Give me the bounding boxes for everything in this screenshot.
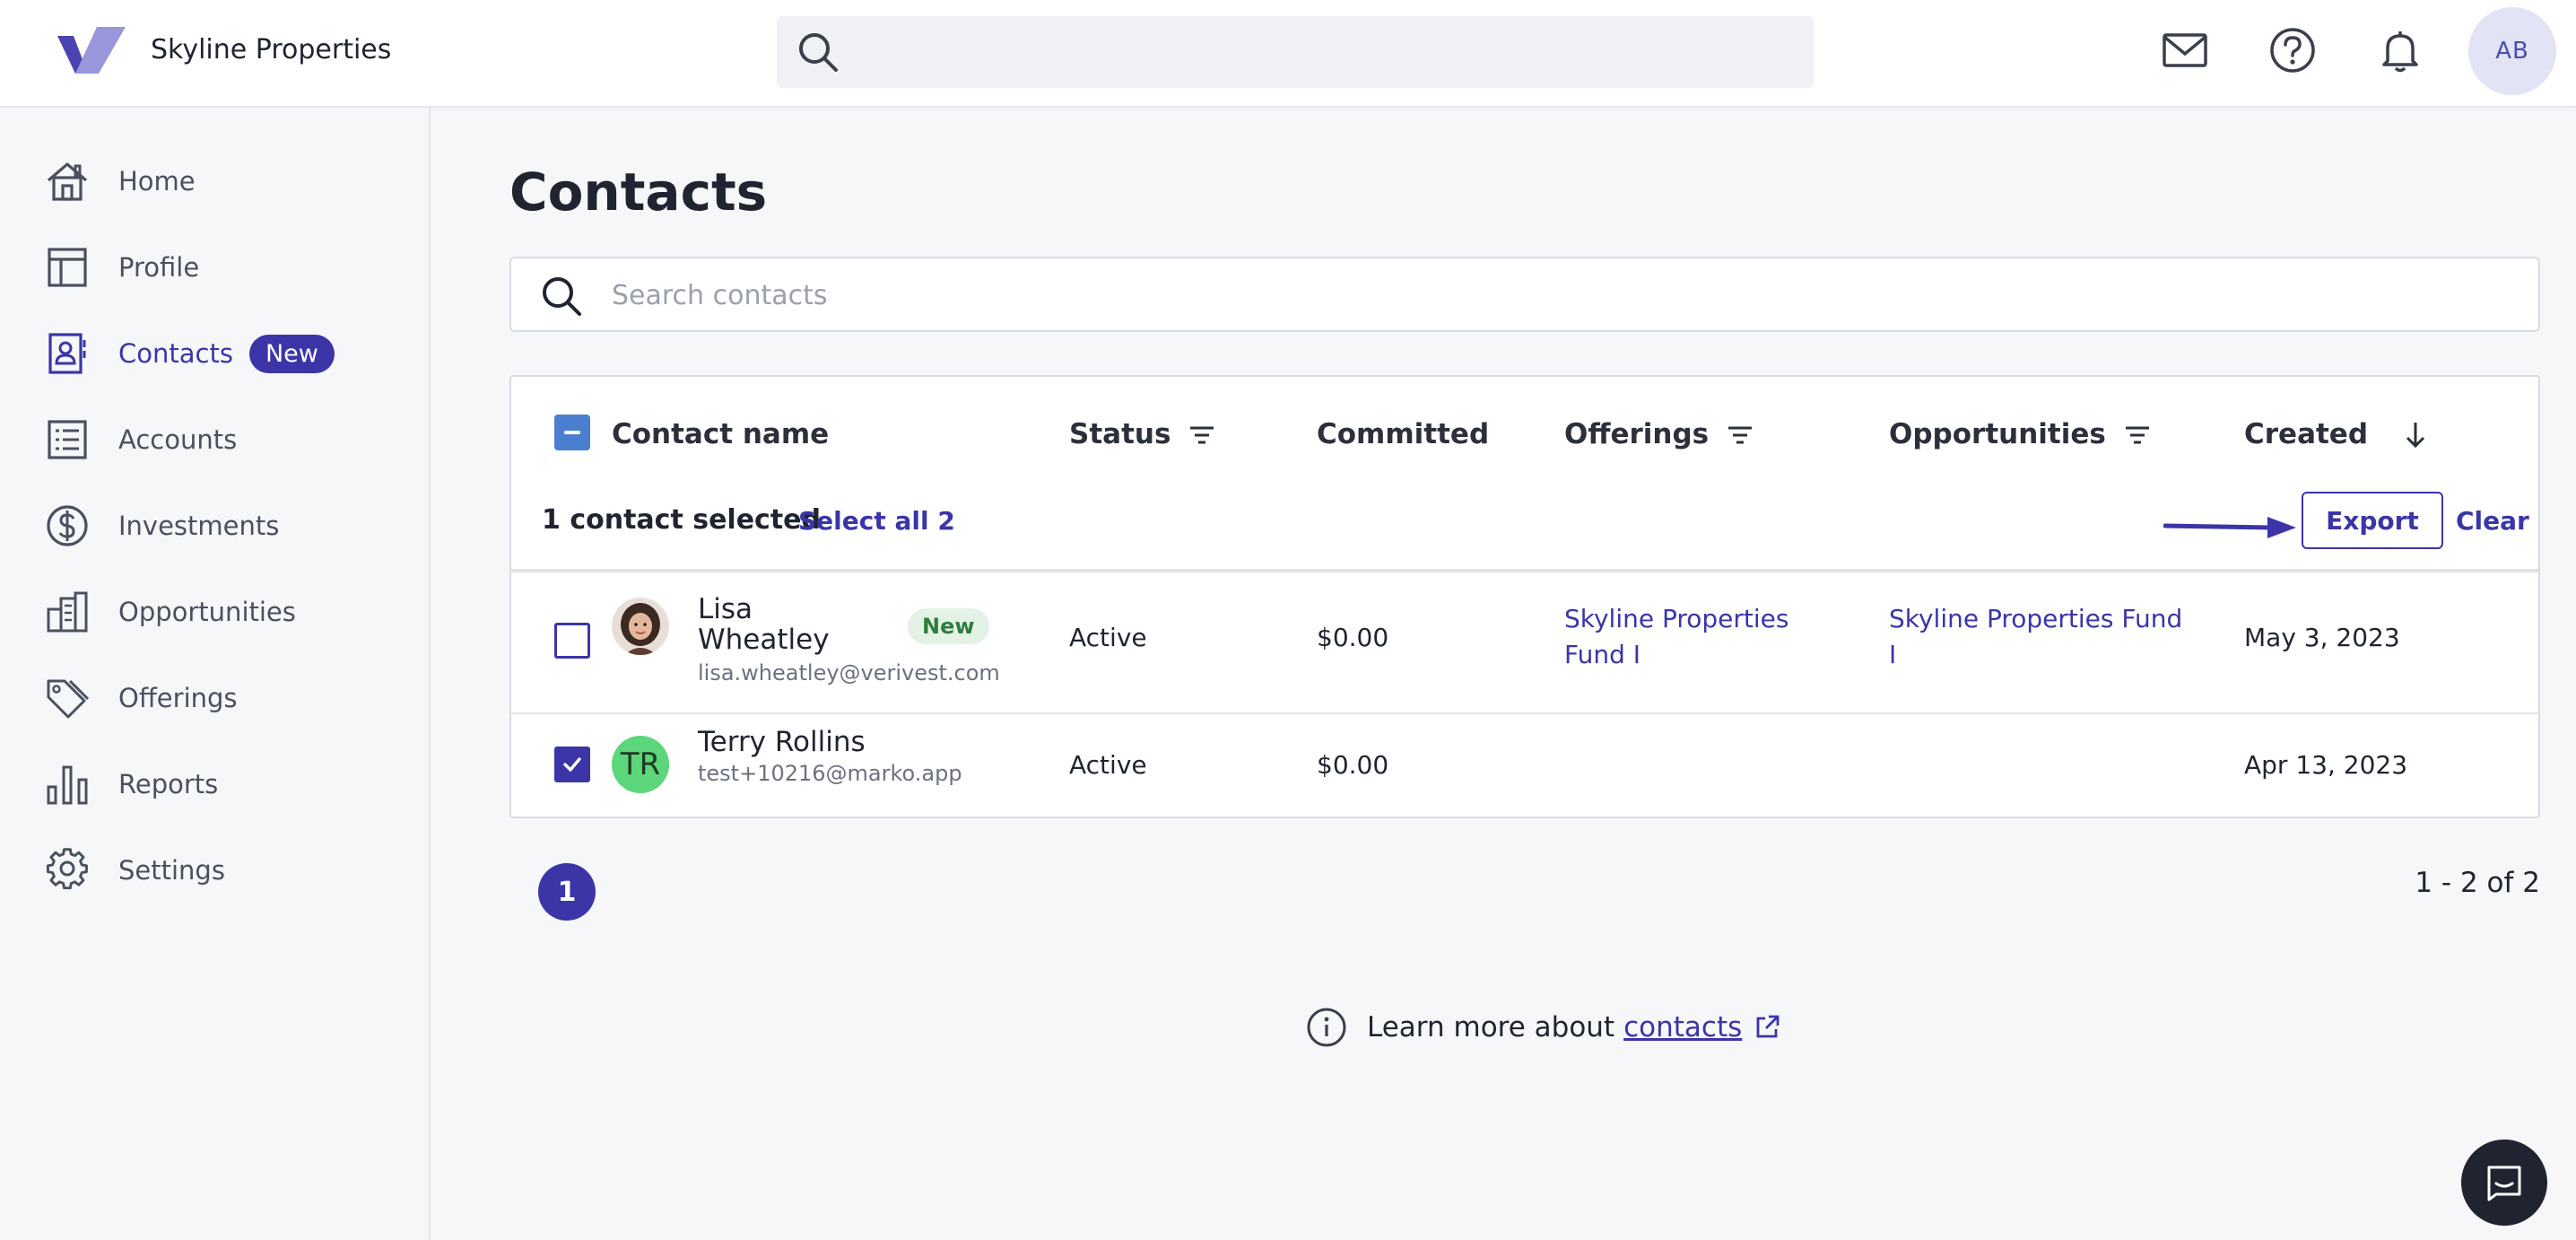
committed-cell: $0.00 — [1317, 623, 1389, 652]
gear-icon — [46, 848, 88, 890]
contact-email: lisa.wheatley@verivest.com — [698, 660, 1000, 685]
avatar — [612, 598, 669, 655]
info-icon — [1307, 1008, 1346, 1047]
pagination-range: 1 - 2 of 2 — [2415, 867, 2540, 899]
status-cell: Active — [1069, 750, 1147, 780]
created-cell: Apr 13, 2023 — [2244, 750, 2408, 780]
filter-icon[interactable] — [1187, 419, 1217, 450]
contacts-help-link[interactable]: contacts — [1623, 1011, 1742, 1044]
chat-icon — [2487, 1166, 2521, 1201]
table-row[interactable]: TR Terry Rollins test+10216@marko.app Ac… — [511, 714, 2538, 816]
sidebar: Home Profile Contacts New Accounts Inves… — [0, 108, 431, 1240]
column-header-contact-name[interactable]: Contact name — [612, 418, 829, 450]
column-header-created[interactable]: Created — [2244, 418, 2431, 450]
learn-more-text: Learn more about — [1367, 1011, 1615, 1044]
sidebar-item-label: Contacts — [118, 338, 233, 369]
sort-down-icon[interactable] — [2400, 419, 2431, 450]
column-header-offerings[interactable]: Offerings — [1564, 418, 1755, 450]
new-badge: New — [248, 334, 335, 373]
search-icon — [543, 277, 581, 316]
avatar: TR — [612, 736, 669, 793]
buildings-icon — [47, 591, 88, 633]
export-button[interactable]: Export — [2302, 492, 2443, 549]
chat-launcher-button[interactable] — [2461, 1140, 2547, 1226]
bell-icon[interactable] — [2375, 25, 2425, 75]
sidebar-item-offerings[interactable]: Offerings — [43, 669, 238, 727]
home-icon — [47, 162, 88, 201]
top-header: Skyline Properties AB — [0, 0, 2576, 108]
list-icon — [48, 420, 87, 459]
row-checkbox[interactable] — [554, 747, 590, 782]
filter-icon[interactable] — [2122, 419, 2153, 450]
sidebar-item-opportunities[interactable]: Opportunities — [43, 583, 296, 641]
sidebar-item-contacts[interactable]: Contacts New — [43, 325, 335, 382]
committed-cell: $0.00 — [1317, 750, 1389, 780]
sidebar-item-label: Reports — [118, 769, 219, 799]
sidebar-item-settings[interactable]: Settings — [43, 842, 225, 899]
created-cell: May 3, 2023 — [2244, 623, 2400, 652]
bar-chart-icon — [47, 765, 88, 805]
page-title: Contacts — [509, 162, 768, 223]
sidebar-item-label: Settings — [118, 855, 225, 886]
sidebar-item-label: Accounts — [118, 424, 238, 455]
help-icon[interactable] — [2267, 25, 2318, 75]
sidebar-item-label: Home — [118, 166, 196, 196]
contact-name[interactable]: Terry Rollins — [698, 727, 866, 757]
sidebar-item-home[interactable]: Home — [43, 153, 196, 210]
column-header-status[interactable]: Status — [1069, 418, 1217, 450]
contact-card-icon — [48, 333, 86, 374]
pagination-page-1[interactable]: 1 — [538, 863, 596, 921]
select-all-checkbox[interactable] — [554, 415, 590, 450]
column-header-committed[interactable]: Committed — [1317, 418, 1489, 450]
layout-icon — [48, 248, 87, 287]
status-cell: Active — [1069, 623, 1147, 652]
search-input[interactable] — [612, 273, 2495, 318]
tags-icon — [47, 679, 90, 719]
sidebar-item-accounts[interactable]: Accounts — [43, 411, 237, 468]
sidebar-item-profile[interactable]: Profile — [43, 239, 199, 296]
contact-name[interactable]: Lisa Wheatley — [698, 594, 830, 655]
clear-button[interactable]: Clear — [2456, 506, 2529, 536]
offering-link[interactable]: Skyline Properties Fund I — [1564, 601, 1789, 673]
sidebar-item-investments[interactable]: Investments — [43, 497, 279, 555]
learn-more: Learn more about contacts — [1306, 1007, 1781, 1048]
column-header-opportunities[interactable]: Opportunities — [1889, 418, 2153, 450]
new-badge: New — [908, 608, 989, 644]
contact-search[interactable] — [509, 257, 2540, 332]
select-all-link[interactable]: Select all 2 — [798, 506, 955, 536]
sidebar-item-label: Offerings — [118, 683, 238, 713]
opportunity-link[interactable]: Skyline Properties Fund I — [1889, 601, 2182, 673]
contacts-table: Contact name Status Committed Offerings … — [509, 375, 2540, 818]
checkmark-icon — [563, 757, 581, 772]
mail-icon[interactable] — [2160, 25, 2210, 75]
brand-name: Skyline Properties — [151, 34, 392, 65]
external-link-icon[interactable] — [1753, 1013, 1781, 1042]
search-icon — [799, 33, 838, 72]
table-row[interactable]: Lisa Wheatley lisa.wheatley@verivest.com… — [511, 572, 2538, 709]
sidebar-item-label: Opportunities — [118, 597, 296, 627]
dollar-icon — [47, 505, 88, 546]
brand-logo-icon[interactable] — [57, 27, 126, 77]
sidebar-item-label: Investments — [118, 511, 280, 541]
row-checkbox[interactable] — [554, 623, 590, 659]
sidebar-item-label: Profile — [118, 252, 200, 283]
arrow-right-icon — [2163, 517, 2296, 538]
selection-count: 1 contact selected — [542, 504, 822, 536]
global-search[interactable] — [777, 16, 1814, 88]
user-avatar[interactable]: AB — [2468, 7, 2556, 95]
filter-icon[interactable] — [1725, 419, 1755, 450]
contact-email: test+10216@marko.app — [698, 761, 962, 786]
sidebar-item-reports[interactable]: Reports — [43, 755, 218, 813]
